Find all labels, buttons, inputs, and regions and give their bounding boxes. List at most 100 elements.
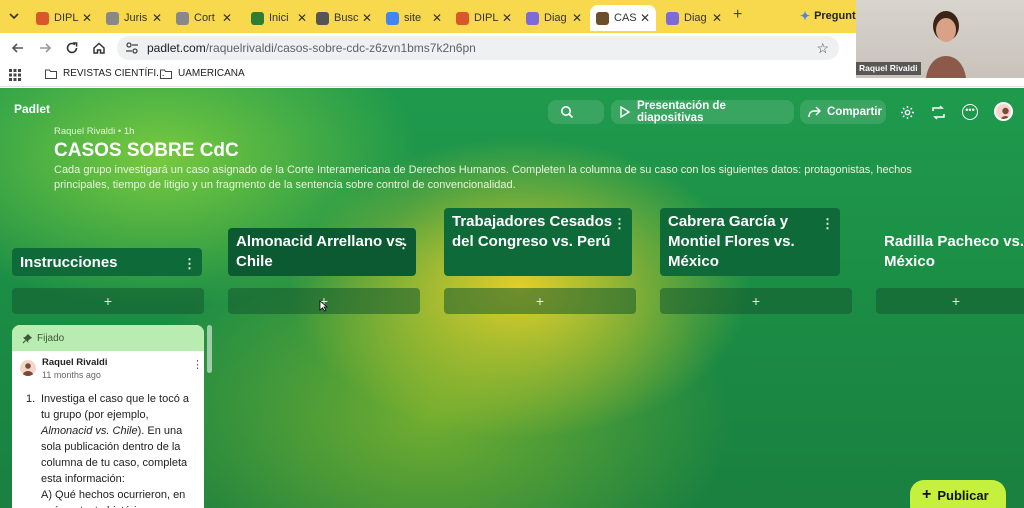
tab-label: Diag <box>544 12 567 24</box>
browser-tab[interactable]: Diag ✕ <box>520 5 588 31</box>
reload-icon[interactable] <box>64 40 80 56</box>
browser-tab[interactable]: DIPL ✕ <box>450 5 518 31</box>
browser-tab[interactable]: Diag ✕ <box>660 5 728 31</box>
column-title: Trabajadores Cesados del Congreso vs. Pe… <box>452 213 613 250</box>
tab-close-icon[interactable]: ✕ <box>712 11 722 25</box>
column-header-almonacid[interactable]: Almonacid Arrellano vs. Chile ⋮ <box>228 228 416 276</box>
publish-label: Publicar <box>937 488 989 503</box>
settings-gear-icon[interactable] <box>900 105 915 120</box>
tab-label: Inici <box>269 12 289 24</box>
column-title: Almonacid Arrellano vs. Chile <box>236 233 408 270</box>
share-button[interactable]: Compartir <box>800 100 886 124</box>
column-menu-icon[interactable]: ⋮ <box>397 234 410 254</box>
slideshow-label: Presentación de diapositivas <box>637 100 726 124</box>
bookmark-uamericana[interactable]: UAMERICANA <box>160 68 245 79</box>
pinned-banner: Fijado <box>12 325 204 351</box>
mouse-cursor-icon <box>319 299 329 312</box>
page-title: CASOS SOBRE CdC <box>54 140 239 161</box>
slideshow-button[interactable]: Presentación de diapositivas <box>611 100 794 124</box>
back-icon[interactable] <box>10 40 26 56</box>
post-avatar <box>20 360 36 376</box>
tab-close-icon[interactable]: ✕ <box>640 11 650 25</box>
browser-tab[interactable]: Busc ✕ <box>310 5 378 31</box>
post-text-italic: Almonacid vs. Chile <box>41 425 138 437</box>
tab-search-chevron-icon[interactable] <box>6 8 22 24</box>
new-tab-button[interactable]: + <box>733 6 742 24</box>
column-header-trabajadores[interactable]: Trabajadores Cesados del Congreso vs. Pe… <box>444 208 632 276</box>
column-menu-icon[interactable]: ⋮ <box>613 214 626 234</box>
tab-favicon-icon <box>36 11 49 25</box>
column-header-radilla[interactable]: Radilla Pacheco vs. México <box>876 228 1024 276</box>
tab-label: DIPL <box>54 12 79 24</box>
home-icon[interactable] <box>91 40 107 56</box>
post-text: Investiga el caso que le tocó a tu grupo… <box>41 391 196 508</box>
tab-close-icon[interactable]: ✕ <box>432 11 442 25</box>
add-post-button[interactable]: + <box>660 288 852 314</box>
card-scrollbar[interactable] <box>207 325 212 373</box>
column-menu-icon[interactable]: ⋮ <box>183 254 196 274</box>
gemini-sparkle-icon: ✦ <box>800 9 811 23</box>
browser-tab[interactable]: Cort ✕ <box>170 5 238 31</box>
post-time: 11 months ago <box>42 370 101 380</box>
pinned-post-card[interactable]: Fijado Raquel Rivaldi 11 months ago ⋮ 1.… <box>12 325 204 508</box>
tab-label: CAS <box>614 12 637 24</box>
padlet-board: Padlet Presentación de diapositivas Comp… <box>0 88 1024 508</box>
tab-label: Busc <box>334 12 359 24</box>
tab-close-icon[interactable]: ✕ <box>502 11 512 25</box>
column-header-cabrera[interactable]: Cabrera García y Montiel Flores vs. Méxi… <box>660 208 840 276</box>
pinned-label: Fijado <box>37 332 65 344</box>
add-post-button[interactable]: + <box>444 288 636 314</box>
bookmark-label: REVISTAS CIENTÍFI... <box>63 68 165 79</box>
browser-tab[interactable]: DIPL ✕ <box>30 5 98 31</box>
tab-close-icon[interactable]: ✕ <box>362 11 372 25</box>
apps-grid-icon[interactable] <box>9 69 21 81</box>
plus-icon: + <box>922 486 932 503</box>
url-path: /raquelrivaldi/casos-sobre-cdc-z6zvn1bms… <box>205 41 476 55</box>
bookmark-star-icon[interactable]: ☆ <box>816 40 829 57</box>
column-title: Instrucciones <box>20 254 118 271</box>
list-number: 1. <box>26 393 36 405</box>
user-avatar[interactable] <box>994 102 1013 121</box>
tab-close-icon[interactable]: ✕ <box>82 11 92 25</box>
pin-icon <box>22 333 33 344</box>
tab-close-icon[interactable]: ✕ <box>152 11 162 25</box>
tab-favicon-icon <box>176 11 189 25</box>
tab-close-icon[interactable]: ✕ <box>572 11 582 25</box>
bookmark-revistas[interactable]: REVISTAS CIENTÍFI... <box>45 68 165 79</box>
add-post-button[interactable]: + <box>876 288 1024 314</box>
tab-close-icon[interactable]: ✕ <box>222 11 232 25</box>
browser-tab[interactable]: CAS ✕ <box>590 5 656 31</box>
post-author: Raquel Rivaldi <box>42 357 108 368</box>
play-icon <box>620 105 631 119</box>
site-settings-icon[interactable] <box>125 41 139 55</box>
padlet-logo[interactable]: Padlet <box>14 102 50 116</box>
tab-close-icon[interactable]: ✕ <box>297 11 307 25</box>
post-text-part: A) Qué hechos ocurrieron, en qué context… <box>41 489 186 508</box>
more-options-icon[interactable]: ••• <box>962 104 978 120</box>
column-header-instrucciones[interactable]: Instrucciones ⋮ <box>12 248 202 276</box>
author-line: Raquel Rivaldi • 1h <box>54 126 135 137</box>
board-description: Cada grupo investigará un caso asignado … <box>54 164 912 191</box>
share-arrow-icon <box>808 106 821 118</box>
search-button[interactable] <box>548 100 604 124</box>
tab-favicon-icon <box>386 11 399 25</box>
publish-button[interactable]: + Publicar <box>910 480 1006 508</box>
column-title: Radilla Pacheco vs. México <box>884 233 1024 270</box>
tab-label: Diag <box>684 12 707 24</box>
add-post-button[interactable]: + <box>12 288 204 314</box>
search-icon <box>560 105 574 119</box>
browser-tab[interactable]: Juris ✕ <box>100 5 168 31</box>
address-bar[interactable]: padlet.com /raquelrivaldi/casos-sobre-cd… <box>117 36 839 60</box>
remake-icon[interactable] <box>931 105 946 120</box>
browser-tab[interactable]: Inici ✕ <box>245 5 313 31</box>
column-title: Cabrera García y Montiel Flores vs. Méxi… <box>668 213 795 270</box>
forward-icon[interactable] <box>37 40 53 56</box>
column-menu-icon[interactable]: ⋮ <box>821 214 834 234</box>
browser-tab[interactable]: site ✕ <box>380 5 448 31</box>
folder-icon <box>160 69 172 79</box>
tab-favicon-icon <box>596 11 609 25</box>
post-menu-icon[interactable]: ⋮ <box>192 358 203 371</box>
share-label: Compartir <box>827 106 882 118</box>
post-text-part: Investiga el caso que le tocó a tu grupo… <box>41 393 189 421</box>
gemini-button[interactable]: ✦ Pregunta <box>800 8 862 24</box>
